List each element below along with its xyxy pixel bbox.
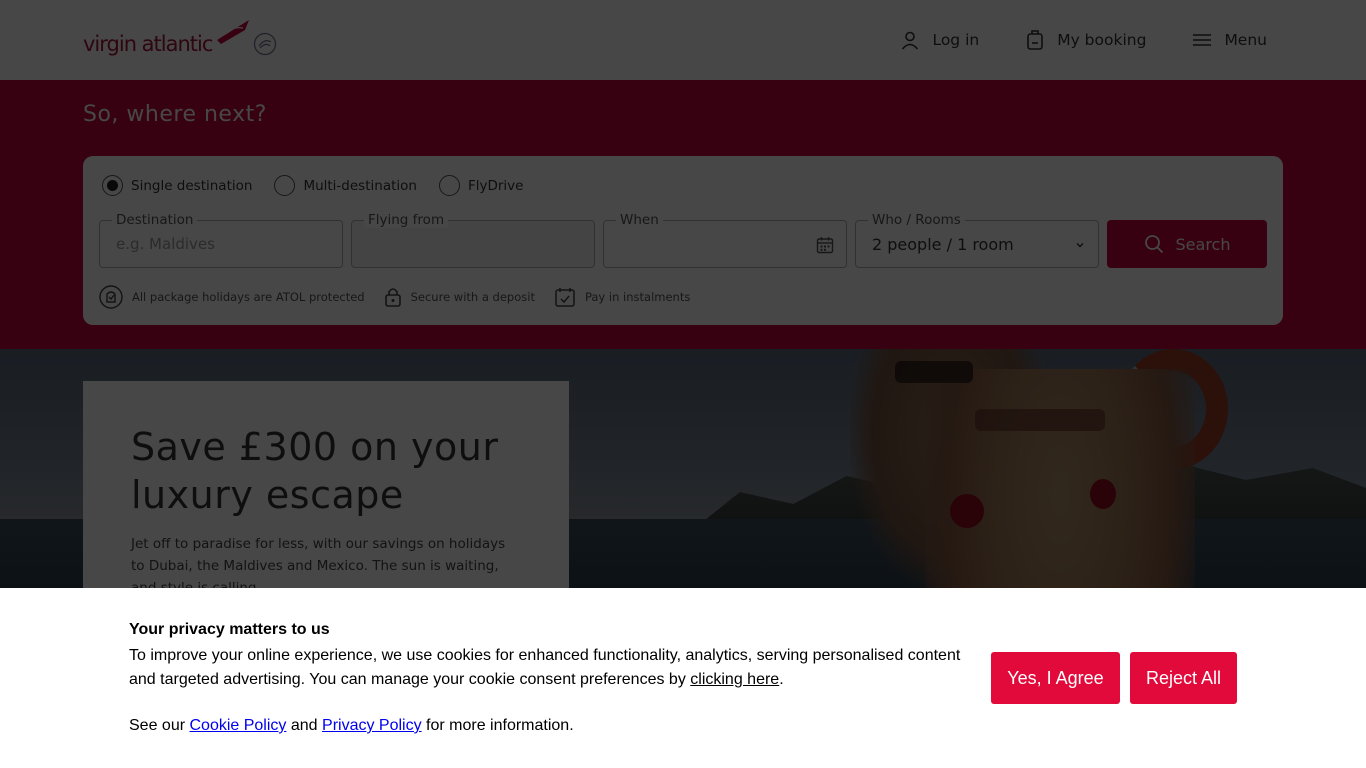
who-rooms-field[interactable]: Who / Rooms 2 people / 1 room (855, 212, 1099, 268)
see-our-text: See our (129, 717, 190, 734)
feature-atol: All package holidays are ATOL protected (99, 285, 365, 309)
cookie-policy-link[interactable]: Cookie Policy (189, 717, 286, 734)
when-label: When (616, 212, 663, 228)
radio-circle (102, 175, 123, 196)
cookie-text-end: . (779, 671, 784, 688)
who-rooms-value: 2 people / 1 room (872, 235, 1014, 254)
login-link[interactable]: Log in (900, 30, 979, 50)
calendar-icon (816, 237, 834, 254)
radio-single-destination[interactable]: Single destination (102, 175, 252, 196)
privacy-policy-link[interactable]: Privacy Policy (322, 717, 422, 734)
destination-input[interactable] (100, 221, 342, 267)
promo-title: Save £300 on your luxury escape (131, 425, 499, 517)
more-info-text: for more information. (421, 717, 574, 734)
agree-button[interactable]: Yes, I Agree (991, 652, 1120, 704)
skyteam-seal-icon (253, 32, 277, 56)
radio-flydrive[interactable]: FlyDrive (438, 175, 524, 196)
suitcase-icon (1027, 30, 1044, 50)
search-heading: So, where next? (83, 102, 267, 127)
manage-preferences-link[interactable]: clicking here (690, 671, 779, 688)
search-label: Search (1175, 234, 1231, 254)
radio-circle (438, 175, 460, 196)
trip-type-radios: Single destination Multi-destination Fly… (102, 175, 545, 196)
radio-dot (107, 180, 118, 191)
reject-all-button[interactable]: Reject All (1130, 652, 1237, 704)
feature-list: All package holidays are ATOL protected … (99, 285, 709, 309)
feature-deposit: Secure with a deposit (384, 286, 535, 308)
instalments-icon (555, 288, 575, 307)
when-field[interactable]: When (603, 212, 847, 268)
search-band: So, where next? Single destination Multi… (0, 80, 1366, 349)
radio-label: Single destination (131, 177, 253, 194)
radio-label: Multi-destination (303, 177, 417, 194)
atol-icon (99, 285, 123, 309)
flying-from-field[interactable]: Flying from (351, 212, 595, 268)
chevron-down-icon (1076, 243, 1084, 248)
radio-circle (274, 175, 296, 196)
flying-from-label: Flying from (364, 212, 449, 228)
cookie-title: Your privacy matters to us (129, 621, 330, 638)
lock-icon (384, 288, 401, 307)
user-icon (902, 31, 919, 50)
feature-label: All package holidays are ATOL protected (132, 290, 365, 304)
my-booking-label: My booking (1057, 31, 1147, 49)
virgin-flag-icon (217, 20, 249, 44)
login-label: Log in (932, 31, 980, 49)
feature-label: Secure with a deposit (410, 290, 535, 304)
search-icon (1144, 235, 1163, 254)
feature-label: Pay in instalments (584, 290, 691, 304)
header-nav: Log in My booking Menu (854, 28, 1267, 52)
radio-label: FlyDrive (467, 177, 524, 194)
hamburger-icon (1193, 34, 1212, 46)
site-header: virgin atlantic Log in My booking Menu (0, 0, 1366, 80)
menu-label: Menu (1224, 31, 1267, 49)
destination-field: Destination (99, 212, 343, 268)
who-rooms-label: Who / Rooms (868, 212, 965, 228)
radio-multi-destination[interactable]: Multi-destination (274, 175, 417, 196)
logo-wordmark: virgin atlantic (83, 32, 213, 56)
cookie-policy-line: See our Cookie Policy and Privacy Policy… (129, 716, 574, 736)
menu-button[interactable]: Menu (1192, 31, 1267, 49)
feature-instalments: Pay in instalments (554, 286, 690, 308)
virgin-atlantic-logo[interactable]: virgin atlantic (83, 18, 283, 64)
and-text: and (286, 717, 323, 734)
my-booking-link[interactable]: My booking (1025, 29, 1146, 51)
cookie-banner: Your privacy matters to us To improve yo… (0, 588, 1366, 768)
cookie-text-body: To improve your online experience, we us… (129, 647, 961, 688)
cookie-text: To improve your online experience, we us… (129, 644, 974, 692)
search-card: Single destination Multi-destination Fly… (83, 156, 1283, 325)
search-button[interactable]: Search (1107, 220, 1267, 268)
